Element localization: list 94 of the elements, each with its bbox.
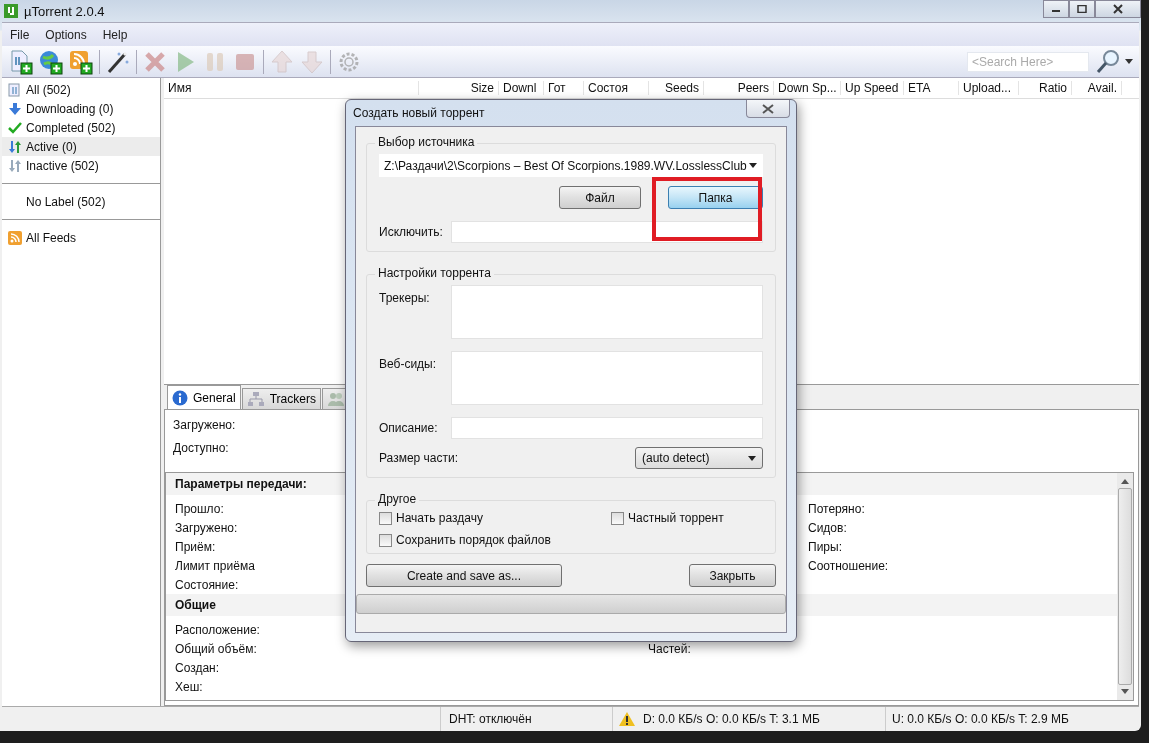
field-label: Общий объём: (175, 641, 257, 656)
group-title: Выбор источника (375, 135, 478, 149)
column-header[interactable]: Downl (499, 81, 544, 95)
field-label: Создан: (175, 660, 220, 675)
search-icon[interactable] (1095, 48, 1121, 75)
column-header[interactable]: Seeds (649, 81, 704, 95)
menu-item[interactable]: File (2, 27, 38, 42)
rss-icon (8, 230, 22, 245)
maximize-button[interactable] (1069, 0, 1095, 18)
field-label: Лимит приёма (175, 558, 255, 573)
dht-status: DHT: отключён (449, 712, 532, 726)
arrow-down-icon (8, 101, 22, 116)
field-label: Исключить: (379, 225, 444, 239)
create-button[interactable]: Create and save as... (366, 564, 562, 587)
column-header[interactable]: Up Speed (841, 81, 904, 95)
sidebar-item[interactable]: All Feeds (2, 228, 160, 247)
scroll-down-icon[interactable] (1121, 689, 1129, 694)
network-icon (246, 391, 265, 407)
column-header[interactable]: Ratio (1019, 81, 1072, 95)
details-tab[interactable]: General (167, 385, 241, 409)
field-label: Сидов: (808, 520, 847, 535)
menu-item[interactable]: Help (94, 27, 136, 42)
up-down-arrows-icon (8, 139, 22, 154)
sidebar-item[interactable]: All (502) (2, 80, 160, 99)
column-header[interactable]: Avail. (1072, 81, 1122, 95)
document-icon (8, 82, 22, 97)
field-label: Прошло: (175, 501, 224, 516)
field-label: Частей: (648, 641, 691, 656)
field-label: Соотношение: (808, 558, 889, 573)
window-title: µTorrent 2.0.4 (24, 3, 105, 19)
app-logo-icon (4, 4, 18, 18)
column-header[interactable]: Down Sp... (774, 81, 841, 95)
option-checkbox[interactable]: Сохранить порядок файлов (379, 533, 611, 547)
browse-button[interactable]: Папка (668, 186, 763, 209)
menu-item[interactable]: Options (37, 27, 95, 42)
column-header[interactable]: Гот (544, 81, 584, 95)
trackers-field[interactable] (451, 285, 763, 339)
column-header[interactable]: Имя (164, 81, 419, 95)
column-header[interactable]: ETA (904, 81, 959, 95)
field-label: Загружено: (175, 520, 238, 535)
path-dropdown[interactable]: Z:\Раздачи\2\Scorpions – Best Of Scorpions.1989.WV.LosslessClub (379, 154, 763, 177)
column-header[interactable]: Состоя (584, 81, 649, 95)
sidebar-item[interactable]: No Label (502) (2, 192, 160, 211)
field-label: Приём: (175, 539, 216, 554)
close-dialog-button[interactable]: Закрыть (689, 564, 776, 587)
field-label: Описание: (379, 421, 439, 435)
field-label: Загружено: (173, 418, 236, 432)
group-title: Настройки торрента (375, 266, 494, 280)
field-label: Размер части: (379, 451, 459, 465)
exclude-field[interactable] (451, 221, 763, 243)
column-header[interactable]: Size (419, 81, 499, 95)
sidebar-item[interactable]: Downloading (0) (2, 99, 160, 118)
close-icon (1113, 4, 1123, 14)
maximize-icon (1077, 5, 1087, 13)
field-label: Веб-сиды: (379, 356, 438, 371)
close-button[interactable] (1095, 0, 1141, 18)
search-field[interactable]: <Search Here> (967, 51, 1089, 72)
option-checkbox[interactable]: Частный торрент (611, 511, 763, 525)
section-heading: Общие (175, 598, 216, 612)
column-header[interactable]: Peers (704, 81, 774, 95)
section-heading: Параметры передачи: (175, 477, 307, 491)
close-button[interactable] (746, 100, 790, 118)
minimize-button[interactable] (1043, 0, 1069, 18)
up-down-arrows-icon (8, 158, 22, 173)
field-label: Потеряно: (808, 501, 865, 516)
dropdown-caret-icon[interactable] (1125, 59, 1133, 64)
info-icon (172, 389, 188, 406)
download-status: D: 0.0 КБ/s O: 0.0 КБ/s T: 3.1 МБ (643, 712, 820, 726)
field-label: Состояние: (175, 577, 239, 592)
field-label: Пиры: (808, 539, 842, 554)
checkmark-icon (8, 120, 22, 135)
scrollbar[interactable] (1117, 473, 1133, 700)
scroll-up-icon[interactable] (1121, 479, 1129, 484)
description-field[interactable] (451, 417, 763, 439)
group-title: Другое (375, 492, 420, 506)
sidebar-item[interactable]: Completed (502) (2, 118, 160, 137)
sidebar-item[interactable]: Inactive (502) (2, 156, 160, 175)
field-label: Доступно: (173, 441, 229, 455)
caret-icon (749, 163, 757, 168)
webseeds-field[interactable] (451, 351, 763, 405)
sidebar-item[interactable]: Active (0) (2, 137, 160, 156)
dialog-title: Создать новый торрент (353, 106, 485, 120)
field-label: Расположение: (175, 622, 260, 637)
column-header[interactable]: Upload... (959, 81, 1019, 95)
field-label: Хеш: (175, 679, 203, 694)
option-checkbox[interactable]: Начать раздачу (379, 511, 611, 525)
piece-size-dropdown[interactable]: (auto detect) (635, 447, 763, 469)
people-icon (326, 391, 345, 407)
upload-status: U: 0.0 КБ/s O: 0.0 КБ/s T: 2.9 МБ (892, 712, 1069, 726)
browse-button[interactable]: Файл (559, 186, 641, 209)
field-label: Трекеры: (379, 290, 431, 305)
caret-icon (748, 455, 756, 461)
details-tab[interactable]: Trackers (241, 388, 321, 409)
close-icon (762, 103, 774, 114)
